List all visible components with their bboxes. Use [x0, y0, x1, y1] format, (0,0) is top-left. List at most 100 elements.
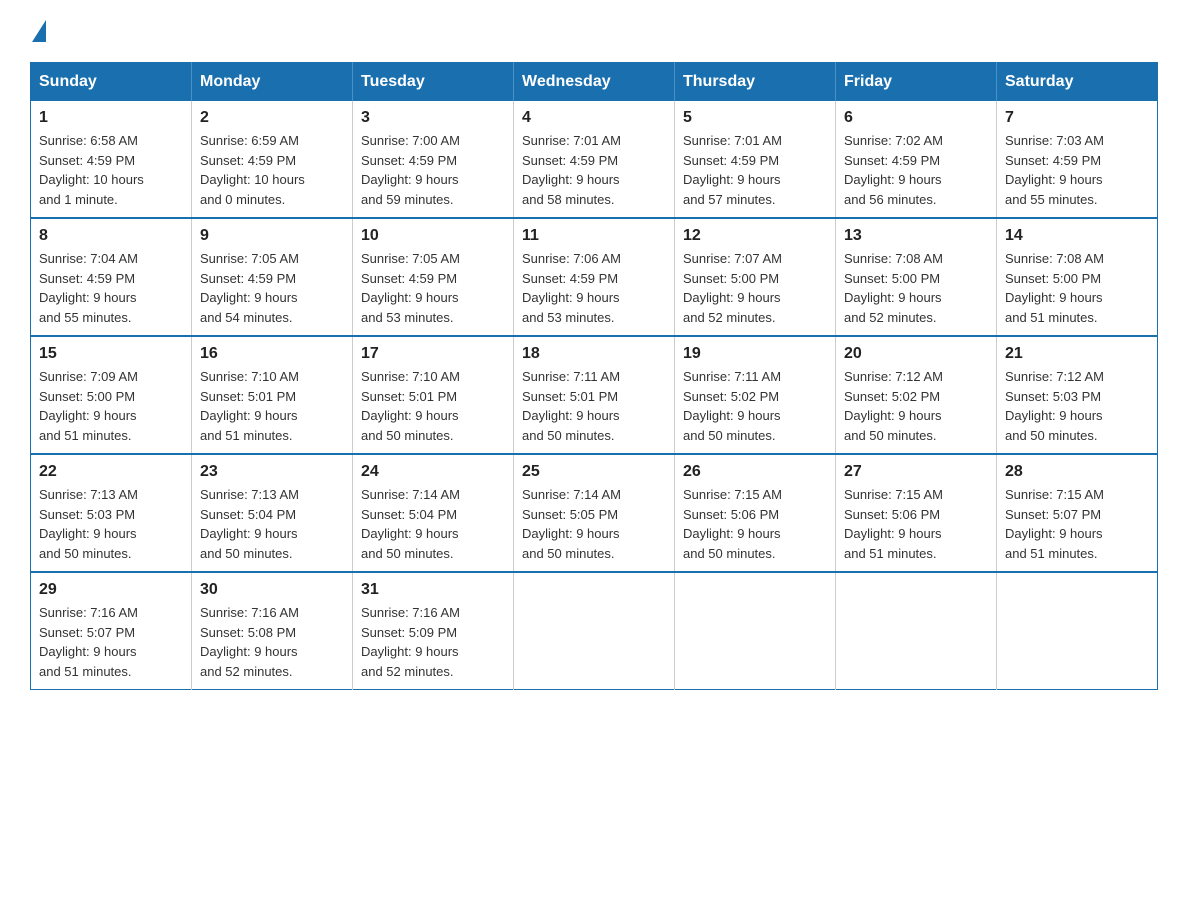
calendar-cell: 13 Sunrise: 7:08 AMSunset: 5:00 PMDaylig… [836, 218, 997, 336]
day-number: 25 [522, 463, 666, 481]
day-number: 21 [1005, 345, 1149, 363]
day-info: Sunrise: 7:11 AMSunset: 5:02 PMDaylight:… [683, 367, 827, 445]
calendar-cell: 12 Sunrise: 7:07 AMSunset: 5:00 PMDaylig… [675, 218, 836, 336]
calendar-cell: 25 Sunrise: 7:14 AMSunset: 5:05 PMDaylig… [514, 454, 675, 572]
day-info: Sunrise: 7:16 AMSunset: 5:07 PMDaylight:… [39, 603, 183, 681]
day-info: Sunrise: 6:58 AMSunset: 4:59 PMDaylight:… [39, 131, 183, 209]
column-header-saturday: Saturday [997, 63, 1158, 102]
day-number: 9 [200, 227, 344, 245]
page-header [30, 20, 1158, 42]
calendar-cell: 6 Sunrise: 7:02 AMSunset: 4:59 PMDayligh… [836, 101, 997, 218]
calendar-cell [675, 572, 836, 690]
day-number: 13 [844, 227, 988, 245]
day-info: Sunrise: 7:15 AMSunset: 5:07 PMDaylight:… [1005, 485, 1149, 563]
day-info: Sunrise: 7:10 AMSunset: 5:01 PMDaylight:… [200, 367, 344, 445]
day-number: 28 [1005, 463, 1149, 481]
calendar-cell: 27 Sunrise: 7:15 AMSunset: 5:06 PMDaylig… [836, 454, 997, 572]
day-number: 19 [683, 345, 827, 363]
calendar-cell: 21 Sunrise: 7:12 AMSunset: 5:03 PMDaylig… [997, 336, 1158, 454]
day-info: Sunrise: 7:10 AMSunset: 5:01 PMDaylight:… [361, 367, 505, 445]
day-number: 29 [39, 581, 183, 599]
day-info: Sunrise: 7:03 AMSunset: 4:59 PMDaylight:… [1005, 131, 1149, 209]
calendar-cell: 2 Sunrise: 6:59 AMSunset: 4:59 PMDayligh… [192, 101, 353, 218]
day-info: Sunrise: 7:16 AMSunset: 5:08 PMDaylight:… [200, 603, 344, 681]
day-number: 24 [361, 463, 505, 481]
day-info: Sunrise: 7:15 AMSunset: 5:06 PMDaylight:… [844, 485, 988, 563]
calendar-cell: 1 Sunrise: 6:58 AMSunset: 4:59 PMDayligh… [31, 101, 192, 218]
calendar-week-row: 15 Sunrise: 7:09 AMSunset: 5:00 PMDaylig… [31, 336, 1158, 454]
day-number: 7 [1005, 109, 1149, 127]
calendar-cell: 28 Sunrise: 7:15 AMSunset: 5:07 PMDaylig… [997, 454, 1158, 572]
calendar-cell: 5 Sunrise: 7:01 AMSunset: 4:59 PMDayligh… [675, 101, 836, 218]
column-header-wednesday: Wednesday [514, 63, 675, 102]
day-number: 23 [200, 463, 344, 481]
day-number: 4 [522, 109, 666, 127]
day-number: 15 [39, 345, 183, 363]
calendar-cell: 3 Sunrise: 7:00 AMSunset: 4:59 PMDayligh… [353, 101, 514, 218]
day-info: Sunrise: 7:15 AMSunset: 5:06 PMDaylight:… [683, 485, 827, 563]
calendar-cell: 19 Sunrise: 7:11 AMSunset: 5:02 PMDaylig… [675, 336, 836, 454]
day-info: Sunrise: 7:16 AMSunset: 5:09 PMDaylight:… [361, 603, 505, 681]
calendar-cell: 17 Sunrise: 7:10 AMSunset: 5:01 PMDaylig… [353, 336, 514, 454]
day-info: Sunrise: 7:01 AMSunset: 4:59 PMDaylight:… [683, 131, 827, 209]
day-info: Sunrise: 7:05 AMSunset: 4:59 PMDaylight:… [361, 249, 505, 327]
day-number: 27 [844, 463, 988, 481]
day-info: Sunrise: 7:07 AMSunset: 5:00 PMDaylight:… [683, 249, 827, 327]
logo [30, 20, 48, 42]
calendar-cell: 24 Sunrise: 7:14 AMSunset: 5:04 PMDaylig… [353, 454, 514, 572]
calendar-cell [997, 572, 1158, 690]
day-info: Sunrise: 7:00 AMSunset: 4:59 PMDaylight:… [361, 131, 505, 209]
day-info: Sunrise: 7:05 AMSunset: 4:59 PMDaylight:… [200, 249, 344, 327]
calendar-header-row: SundayMondayTuesdayWednesdayThursdayFrid… [31, 63, 1158, 102]
day-number: 2 [200, 109, 344, 127]
day-info: Sunrise: 7:02 AMSunset: 4:59 PMDaylight:… [844, 131, 988, 209]
day-number: 12 [683, 227, 827, 245]
day-info: Sunrise: 7:14 AMSunset: 5:04 PMDaylight:… [361, 485, 505, 563]
column-header-friday: Friday [836, 63, 997, 102]
column-header-thursday: Thursday [675, 63, 836, 102]
day-number: 10 [361, 227, 505, 245]
day-info: Sunrise: 7:06 AMSunset: 4:59 PMDaylight:… [522, 249, 666, 327]
day-info: Sunrise: 7:12 AMSunset: 5:02 PMDaylight:… [844, 367, 988, 445]
day-info: Sunrise: 7:13 AMSunset: 5:04 PMDaylight:… [200, 485, 344, 563]
calendar-week-row: 1 Sunrise: 6:58 AMSunset: 4:59 PMDayligh… [31, 101, 1158, 218]
calendar-week-row: 22 Sunrise: 7:13 AMSunset: 5:03 PMDaylig… [31, 454, 1158, 572]
day-number: 14 [1005, 227, 1149, 245]
day-number: 5 [683, 109, 827, 127]
calendar-cell: 29 Sunrise: 7:16 AMSunset: 5:07 PMDaylig… [31, 572, 192, 690]
calendar-cell: 16 Sunrise: 7:10 AMSunset: 5:01 PMDaylig… [192, 336, 353, 454]
calendar-cell: 31 Sunrise: 7:16 AMSunset: 5:09 PMDaylig… [353, 572, 514, 690]
day-info: Sunrise: 7:08 AMSunset: 5:00 PMDaylight:… [844, 249, 988, 327]
calendar-cell: 10 Sunrise: 7:05 AMSunset: 4:59 PMDaylig… [353, 218, 514, 336]
day-info: Sunrise: 7:11 AMSunset: 5:01 PMDaylight:… [522, 367, 666, 445]
day-number: 31 [361, 581, 505, 599]
day-number: 20 [844, 345, 988, 363]
column-header-sunday: Sunday [31, 63, 192, 102]
day-number: 3 [361, 109, 505, 127]
day-number: 11 [522, 227, 666, 245]
day-number: 18 [522, 345, 666, 363]
calendar-cell: 15 Sunrise: 7:09 AMSunset: 5:00 PMDaylig… [31, 336, 192, 454]
column-header-monday: Monday [192, 63, 353, 102]
column-header-tuesday: Tuesday [353, 63, 514, 102]
day-info: Sunrise: 7:01 AMSunset: 4:59 PMDaylight:… [522, 131, 666, 209]
day-info: Sunrise: 7:04 AMSunset: 4:59 PMDaylight:… [39, 249, 183, 327]
day-number: 8 [39, 227, 183, 245]
calendar-cell [836, 572, 997, 690]
calendar-cell: 11 Sunrise: 7:06 AMSunset: 4:59 PMDaylig… [514, 218, 675, 336]
day-number: 1 [39, 109, 183, 127]
day-number: 6 [844, 109, 988, 127]
calendar-week-row: 8 Sunrise: 7:04 AMSunset: 4:59 PMDayligh… [31, 218, 1158, 336]
calendar-cell: 14 Sunrise: 7:08 AMSunset: 5:00 PMDaylig… [997, 218, 1158, 336]
calendar-cell: 30 Sunrise: 7:16 AMSunset: 5:08 PMDaylig… [192, 572, 353, 690]
calendar-cell: 4 Sunrise: 7:01 AMSunset: 4:59 PMDayligh… [514, 101, 675, 218]
day-info: Sunrise: 7:14 AMSunset: 5:05 PMDaylight:… [522, 485, 666, 563]
day-info: Sunrise: 6:59 AMSunset: 4:59 PMDaylight:… [200, 131, 344, 209]
day-info: Sunrise: 7:08 AMSunset: 5:00 PMDaylight:… [1005, 249, 1149, 327]
calendar-cell: 9 Sunrise: 7:05 AMSunset: 4:59 PMDayligh… [192, 218, 353, 336]
calendar-cell: 18 Sunrise: 7:11 AMSunset: 5:01 PMDaylig… [514, 336, 675, 454]
day-info: Sunrise: 7:12 AMSunset: 5:03 PMDaylight:… [1005, 367, 1149, 445]
day-info: Sunrise: 7:09 AMSunset: 5:00 PMDaylight:… [39, 367, 183, 445]
day-info: Sunrise: 7:13 AMSunset: 5:03 PMDaylight:… [39, 485, 183, 563]
logo-triangle-icon [32, 20, 46, 42]
